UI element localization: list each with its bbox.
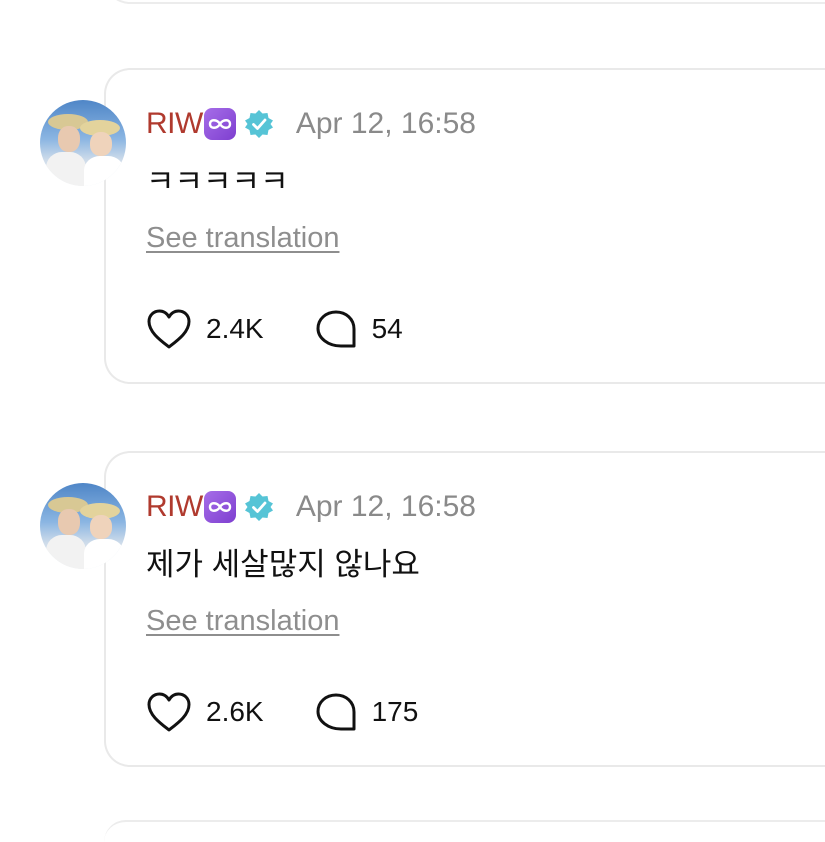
heart-icon <box>147 692 191 732</box>
infinity-badge-icon <box>203 108 236 140</box>
like-count: 2.4K <box>206 313 264 344</box>
next-post-card-edge <box>104 820 825 842</box>
timestamp: Apr 12, 16:58 <box>295 490 476 523</box>
username[interactable]: RIW <box>146 107 203 141</box>
avatar[interactable] <box>40 100 126 186</box>
see-translation-link[interactable]: See translation <box>146 605 339 638</box>
like-button[interactable]: 2.4K <box>146 308 264 350</box>
comment-icon <box>316 693 356 731</box>
post-text: 제가 세살많지 않나요 <box>146 547 420 582</box>
post-card[interactable]: RIW Apr 12, 16:58 제가 세살많지 않나요 See transl… <box>40 451 825 767</box>
post-header: RIW Apr 12, 16:58 <box>146 104 476 144</box>
username[interactable]: RIW <box>146 490 203 524</box>
avatar[interactable] <box>40 483 126 569</box>
post-actions: 2.6K 175 <box>146 689 418 735</box>
post-header: RIW Apr 12, 16:58 <box>146 487 476 527</box>
comment-button[interactable]: 54 <box>314 308 403 350</box>
verified-icon <box>244 110 273 138</box>
like-count: 2.6K <box>206 696 264 727</box>
heart-icon <box>147 309 191 349</box>
timestamp: Apr 12, 16:58 <box>295 107 476 140</box>
post-text: ㅋㅋㅋㅋㅋ <box>146 164 289 199</box>
comment-count: 54 <box>371 313 403 344</box>
previous-post-card-edge <box>104 0 825 4</box>
see-translation-link[interactable]: See translation <box>146 222 339 255</box>
like-button[interactable]: 2.6K <box>146 691 264 733</box>
post-actions: 2.4K 54 <box>146 306 403 352</box>
comment-count: 175 <box>371 696 419 727</box>
post-card[interactable]: RIW Apr 12, 16:58 ㅋㅋㅋㅋㅋ See translation … <box>40 68 825 384</box>
comment-button[interactable]: 175 <box>314 691 419 733</box>
comment-icon <box>316 310 356 348</box>
infinity-badge-icon <box>203 491 236 523</box>
verified-icon <box>244 493 273 521</box>
